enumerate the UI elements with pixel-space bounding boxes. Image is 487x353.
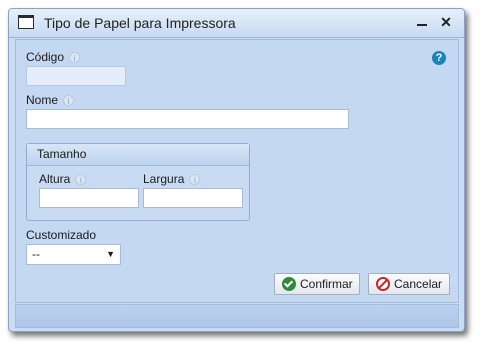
dialog-window: Tipo de Papel para Impressora ✕ Código i … bbox=[8, 8, 465, 332]
largura-label-text: Largura bbox=[143, 172, 185, 186]
codigo-label: Código i bbox=[26, 50, 81, 64]
codigo-label-text: Código bbox=[26, 50, 65, 64]
nome-label-text: Nome bbox=[26, 93, 59, 107]
altura-label: Altura i bbox=[39, 172, 87, 186]
confirm-button[interactable]: Confirmar bbox=[274, 273, 360, 295]
check-circle-icon bbox=[282, 277, 296, 291]
minimize-icon bbox=[417, 24, 427, 27]
altura-field[interactable] bbox=[39, 188, 139, 208]
largura-field[interactable] bbox=[143, 188, 243, 208]
customizado-selected-value: -- bbox=[32, 247, 40, 261]
close-icon: ✕ bbox=[440, 14, 452, 30]
title-bar[interactable]: Tipo de Papel para Impressora ✕ bbox=[9, 9, 464, 38]
window-title: Tipo de Papel para Impressora bbox=[44, 15, 236, 31]
info-icon[interactable]: i bbox=[75, 174, 87, 186]
form-panel: Código i ? Nome i Tamanho Altura i Largura i… bbox=[15, 39, 459, 303]
codigo-field[interactable] bbox=[26, 66, 126, 86]
chevron-down-icon: ▼ bbox=[106, 249, 115, 259]
help-icon[interactable]: ? bbox=[432, 51, 446, 65]
info-icon[interactable]: i bbox=[69, 52, 81, 64]
tamanho-legend: Tamanho bbox=[27, 144, 249, 166]
window-icon bbox=[18, 15, 34, 29]
close-button[interactable]: ✕ bbox=[437, 13, 455, 31]
cancel-button-label: Cancelar bbox=[394, 277, 443, 291]
confirm-button-label: Confirmar bbox=[300, 277, 353, 291]
info-icon[interactable]: i bbox=[63, 95, 75, 107]
nome-field[interactable] bbox=[26, 109, 349, 129]
minimize-button[interactable] bbox=[413, 13, 431, 31]
nome-label: Nome i bbox=[26, 93, 75, 107]
cancel-circle-icon bbox=[376, 277, 390, 291]
tamanho-fieldset: Tamanho Altura i Largura i bbox=[26, 143, 250, 221]
status-bar bbox=[15, 304, 459, 328]
customizado-label: Customizado bbox=[26, 228, 97, 242]
info-icon[interactable]: i bbox=[189, 174, 201, 186]
altura-label-text: Altura bbox=[39, 172, 71, 186]
customizado-select[interactable]: -- ▼ bbox=[26, 244, 121, 265]
cancel-button[interactable]: Cancelar bbox=[368, 273, 450, 295]
largura-label: Largura i bbox=[143, 172, 201, 186]
